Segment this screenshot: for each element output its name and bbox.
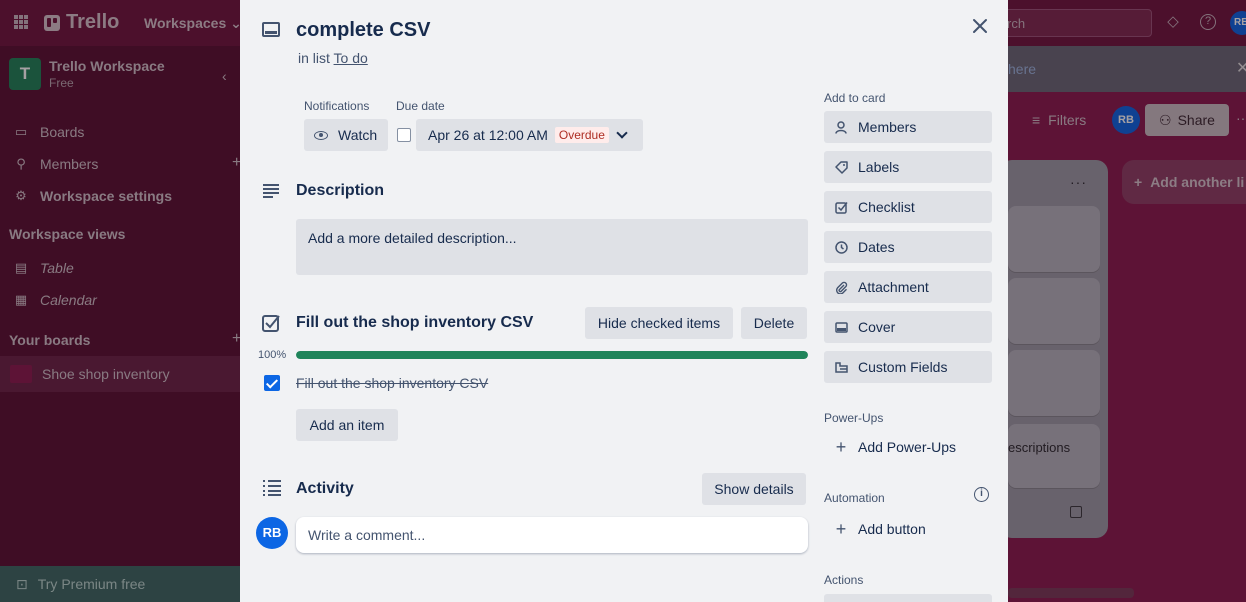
due-date-label: Due date	[396, 99, 445, 113]
description-icon	[263, 184, 279, 198]
checkbox-icon	[834, 200, 848, 214]
due-date-button[interactable]: Apr 26 at 12:00 AM Overdue	[416, 119, 643, 151]
checklist-progress-percent: 100%	[258, 349, 287, 361]
add-button-label: Add button	[858, 521, 926, 537]
cover-button[interactable]: Cover	[824, 311, 992, 343]
close-icon	[973, 19, 987, 33]
close-modal-button[interactable]	[964, 10, 996, 42]
card-cover-icon	[834, 320, 848, 334]
in-list-prefix: in list	[298, 50, 330, 66]
watch-button[interactable]: Watch	[304, 119, 388, 151]
add-to-card-heading: Add to card	[824, 91, 886, 105]
labels-label: Labels	[858, 159, 900, 175]
list-link[interactable]: To do	[334, 50, 368, 66]
power-ups-heading: Power-Ups	[824, 411, 884, 425]
checklist-item-checkbox[interactable]	[264, 375, 280, 391]
attachment-button[interactable]: Attachment	[824, 271, 992, 303]
clock-icon	[834, 240, 848, 254]
card-detail-modal: complete CSV in list To do Notifications…	[240, 0, 1008, 602]
add-power-ups-button[interactable]: + Add Power-Ups	[824, 431, 992, 463]
info-icon[interactable]: i	[974, 487, 989, 502]
custom-fields-label: Custom Fields	[858, 359, 948, 375]
paperclip-icon	[834, 280, 848, 294]
show-details-button[interactable]: Show details	[702, 473, 806, 505]
add-checklist-item-button[interactable]: Add an item	[296, 409, 398, 441]
action-button[interactable]	[824, 594, 992, 602]
due-date-checkbox[interactable]	[397, 128, 411, 142]
checklist-title[interactable]: Fill out the shop inventory CSV	[296, 314, 533, 332]
activity-heading: Activity	[296, 480, 354, 497]
delete-checklist-button[interactable]: Delete	[741, 307, 807, 339]
card-title[interactable]: complete CSV	[296, 19, 430, 42]
actions-heading: Actions	[824, 573, 864, 587]
overdue-badge: Overdue	[554, 127, 609, 143]
members-button[interactable]: Members	[824, 111, 992, 143]
activity-icon	[263, 480, 281, 496]
plus-icon: +	[835, 518, 847, 539]
description-field[interactable]: Add a more detailed description...	[296, 219, 808, 275]
checklist-item-text[interactable]: Fill out the shop inventory CSV	[296, 375, 488, 391]
due-date-value: Apr 26 at 12:00 AM	[428, 127, 548, 143]
hide-checked-items-button[interactable]: Hide checked items	[585, 307, 733, 339]
in-list-text: in list To do	[298, 50, 368, 66]
checklist-icon	[262, 315, 280, 332]
fields-icon	[834, 360, 848, 374]
plus-icon: +	[835, 436, 847, 457]
labels-button[interactable]: Labels	[824, 151, 992, 183]
watch-label: Watch	[338, 127, 378, 143]
custom-fields-button[interactable]: Custom Fields	[824, 351, 992, 383]
add-automation-button[interactable]: + Add button	[824, 513, 992, 545]
person-icon	[834, 120, 848, 134]
chevron-down-icon	[616, 126, 628, 139]
add-power-ups-label: Add Power-Ups	[858, 439, 957, 455]
attachment-label: Attachment	[858, 279, 929, 295]
eye-icon	[314, 130, 328, 140]
dates-button[interactable]: Dates	[824, 231, 992, 263]
checklist-button-label: Checklist	[858, 199, 915, 215]
automation-heading: Automation	[824, 491, 885, 505]
notifications-label: Notifications	[304, 99, 370, 113]
members-label: Members	[858, 119, 917, 135]
avatar[interactable]: RB	[256, 517, 288, 549]
description-heading: Description	[296, 182, 385, 199]
cover-label: Cover	[858, 319, 896, 335]
checklist-progress-bar	[296, 351, 808, 359]
card-icon	[262, 22, 280, 37]
checklist-button[interactable]: Checklist	[824, 191, 992, 223]
tag-icon	[834, 160, 848, 174]
comment-input[interactable]: Write a comment...	[296, 517, 808, 553]
checklist-progress-fill	[296, 351, 808, 359]
dates-label: Dates	[858, 239, 895, 255]
